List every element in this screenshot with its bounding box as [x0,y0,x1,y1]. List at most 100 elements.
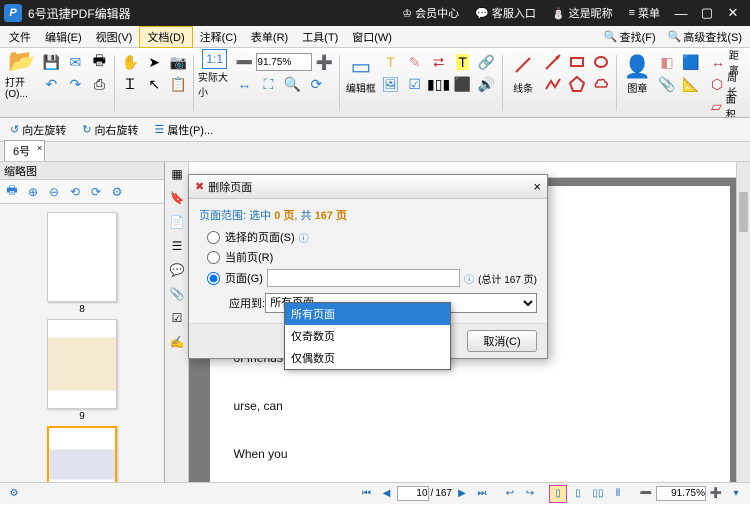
menu-form[interactable]: 表单(R) [244,27,295,47]
thumb-zoom-out[interactable]: ⊖ [44,182,64,202]
thumbnail-page-8[interactable]: 8 [4,212,160,315]
polyline-shape[interactable] [542,73,564,95]
thumb-options[interactable]: ⚙ [107,182,127,202]
sidebar-thumbnails-tab[interactable]: ▦ [165,162,189,186]
page-input[interactable] [397,486,429,501]
document-tab[interactable]: 6号 × [4,140,45,161]
image-edit-button[interactable]: 🖼 [380,73,402,95]
thumb-rot-right[interactable]: ⟳ [86,182,106,202]
pointer-tool[interactable]: ↖ [143,73,165,95]
dropdown-option-odd[interactable]: 仅奇数页 [285,325,450,347]
sidebar-fields-tab[interactable]: ☑ [165,306,189,330]
thumb-zoom-in[interactable]: ⊕ [23,182,43,202]
menu-tools[interactable]: 工具(T) [295,27,345,47]
member-center-button[interactable]: ♔会员中心 [394,0,467,26]
polygon-shape[interactable] [566,73,588,95]
zoom-select[interactable] [256,53,312,71]
scrollbar-thumb[interactable] [739,192,748,232]
measure-tool[interactable]: 📐 [680,73,702,95]
undo-button[interactable]: ↶ [40,73,62,95]
redact-button[interactable]: ⬛ [452,73,474,95]
nav-forward[interactable]: ↪ [521,485,539,503]
actual-size-button[interactable]: 1:1 实际大小 [198,52,231,96]
view-single[interactable]: ▯ [549,485,567,503]
info-icon[interactable]: ⓘ [299,230,309,245]
sidebar-pages-tab[interactable]: 📄 [165,210,189,234]
text-edit-button[interactable]: T [380,51,402,73]
info-icon-2[interactable]: ⓘ [464,271,474,286]
tab-close-icon[interactable]: × [37,143,42,153]
dropdown-option-all[interactable]: 所有页面 [285,303,450,325]
thumb-rot-left[interactable]: ⟲ [65,182,85,202]
zoom-in-nav[interactable]: ➕ [707,485,725,503]
dialog-titlebar[interactable]: ✖ 删除页面 × [189,175,547,199]
rect-shape[interactable] [566,51,588,73]
opt-pages[interactable]: 页面(G) ⓘ (总计 167 页) [207,269,537,287]
link-button[interactable]: 🔗 [476,51,498,73]
menu-button[interactable]: ≡菜单 [621,0,668,26]
cloud-shape[interactable] [590,73,612,95]
rotate-left-button[interactable]: ↺向左旋转 [4,120,72,140]
zoom-in-button[interactable]: ➕ [313,51,335,73]
sound-button[interactable]: 🔊 [476,73,498,95]
marquee-zoom-button[interactable]: 🔍 [281,73,303,95]
save-button[interactable]: 💾 [40,51,62,73]
zoom-dropdown[interactable]: ▾ [727,485,745,503]
dialog-close-button[interactable]: × [533,179,541,194]
pages-input[interactable] [267,269,460,287]
zoom-input[interactable] [656,486,706,501]
sidebar-attach-tab[interactable]: 📎 [165,282,189,306]
menu-edit[interactable]: 编辑(E) [38,27,89,47]
mail-button[interactable]: ✉ [64,51,86,73]
edit-content-button[interactable]: ✎ [404,51,426,73]
attach-tool[interactable]: 📎 [656,73,678,95]
radio-selected[interactable] [207,231,220,244]
edit-frame-button[interactable]: ▭ 编辑框 [344,52,377,96]
thumbnail-page-9[interactable]: 9 [4,319,160,422]
arrow-shape[interactable] [542,51,564,73]
dropdown-option-even[interactable]: 仅偶数页 [285,347,450,369]
menu-file[interactable]: 文件 [2,27,38,47]
hand-tool[interactable]: ✋ [119,51,141,73]
menu-view[interactable]: 视图(V) [89,27,140,47]
rotate-view-button[interactable]: ⟳ [305,73,327,95]
line-shapes-button[interactable]: 线条 [506,52,539,96]
vertical-scrollbar[interactable] [736,162,750,482]
sidebar-layers-tab[interactable]: ☰ [165,234,189,258]
menu-window[interactable]: 窗口(W) [345,27,399,47]
print-button[interactable]: 🖶 [88,51,110,73]
view-facing[interactable]: ▯▯ [589,485,607,503]
redo-button[interactable]: ↷ [64,73,86,95]
nav-last[interactable]: ⏭ [473,485,491,503]
nav-next[interactable]: ▶ [453,485,471,503]
opt-selected-pages[interactable]: 选择的页面(S) ⓘ [207,229,537,245]
sidebar-sign-tab[interactable]: ✍ [165,330,189,354]
stamp-tool[interactable]: 🟦 [680,51,702,73]
snapshot-tool[interactable]: 📷 [167,51,189,73]
zoom-out-nav[interactable]: ➖ [637,485,655,503]
close-button[interactable]: ✕ [720,0,746,26]
radio-current[interactable] [207,251,220,264]
ellipse-shape[interactable] [590,51,612,73]
view-continuous[interactable]: ▯ [569,485,587,503]
nav-back[interactable]: ↩ [501,485,519,503]
advanced-find-button[interactable]: 🔍高级查找(S) [662,27,748,47]
minimize-button[interactable]: — [668,0,694,26]
thumb-print[interactable]: 🖶 [2,182,22,202]
opt-current-page[interactable]: 当前页(R) [207,249,537,265]
stamp-button[interactable]: 👤 图章 [621,52,654,96]
area-tool[interactable]: ▱ 面积 [707,95,745,117]
cancel-button[interactable]: 取消(C) [467,330,537,352]
nav-options[interactable]: ⚙ [5,485,23,503]
properties-button[interactable]: ☰属性(P)... [148,120,219,140]
maximize-button[interactable]: ▢ [694,0,720,26]
find-button[interactable]: 🔍查找(F) [598,27,662,47]
barcode-button[interactable]: ▮▯▮ [428,73,450,95]
nav-prev[interactable]: ◀ [378,485,396,503]
sidebar-comments-tab[interactable]: 💬 [165,258,189,282]
nickname-button[interactable]: ⛄这是昵称 [544,0,621,26]
clipboard-tool[interactable]: 📋 [167,73,189,95]
fit-page-button[interactable]: ⛶ [257,73,279,95]
text-select-tool[interactable]: Ꮖ [119,73,141,95]
sidebar-bookmarks-tab[interactable]: 🔖 [165,186,189,210]
